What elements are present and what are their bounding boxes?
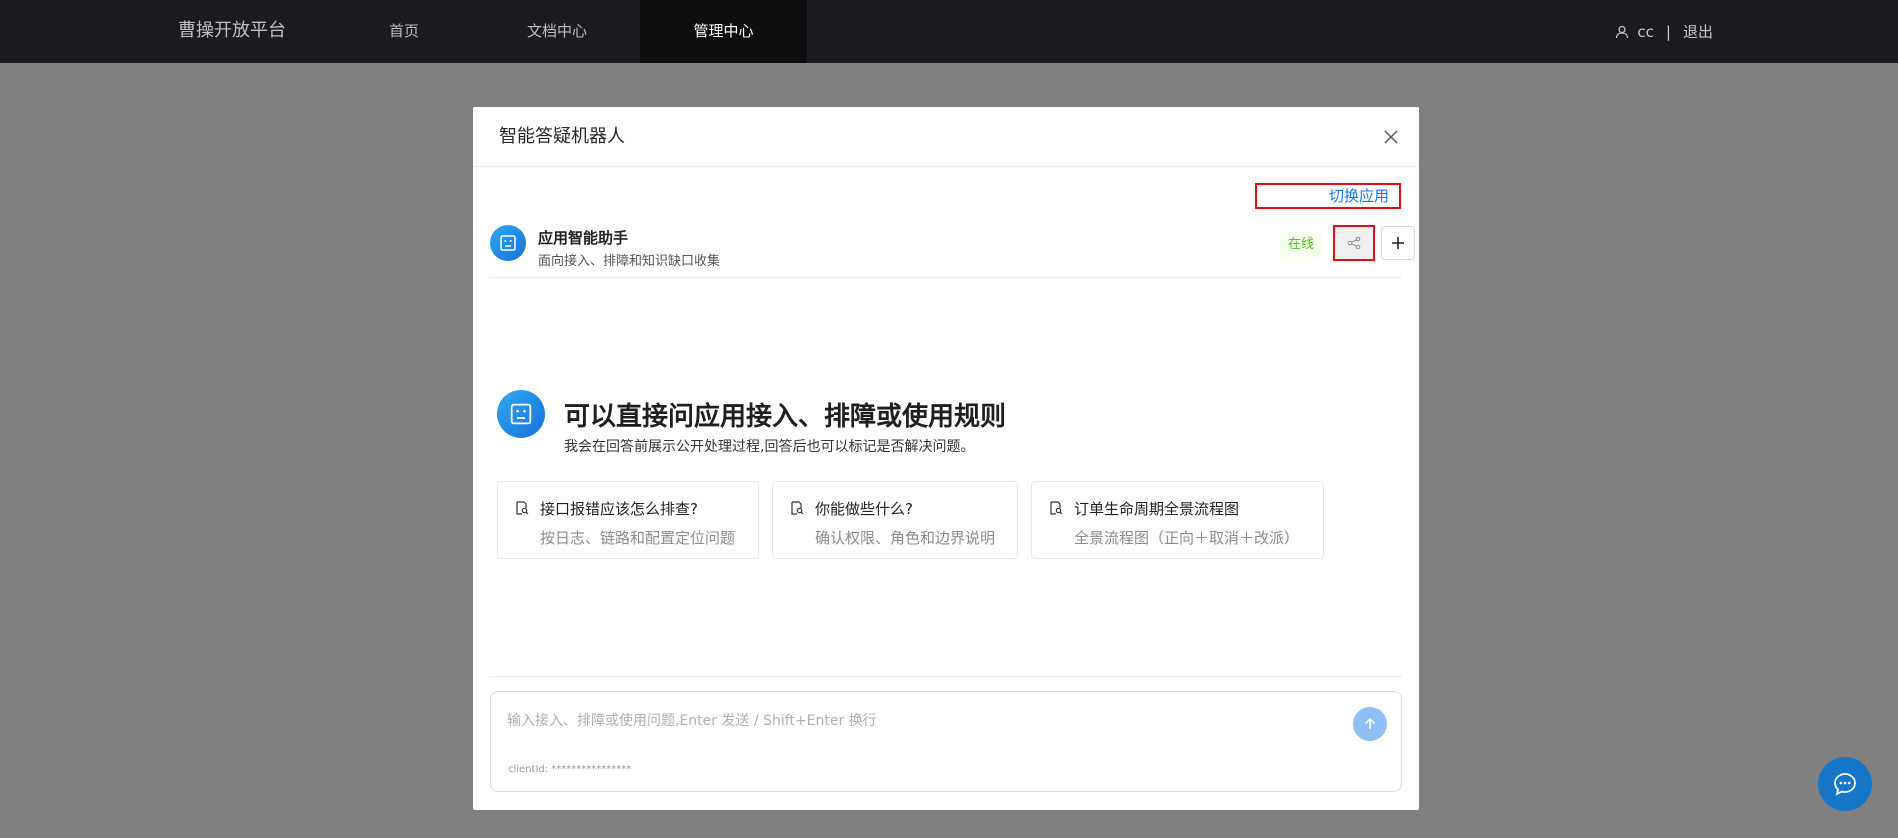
- send-button[interactable]: [1353, 707, 1387, 741]
- prompt-card-api-error[interactable]: 接口报错应该怎么排查? 按日志、链路和配置定位问题: [497, 481, 759, 559]
- chat-float-button[interactable]: [1818, 757, 1872, 811]
- nav-item-docs[interactable]: 文档中心: [510, 0, 604, 63]
- logout-link[interactable]: 退出: [1683, 1, 1713, 63]
- prompt-desc: 按日志、链路和配置定位问题: [540, 529, 736, 547]
- app-description: 面向接入、排障和知识缺口收集: [538, 254, 721, 269]
- document-search-icon: [1049, 500, 1063, 519]
- prompt-title: 订单生命周期全景流程图: [1074, 500, 1240, 518]
- chatbot-modal: 智能答疑机器人 切换应用 应用智能助手 面向接入、排障和知识缺口收集 在线 可以…: [473, 107, 1419, 810]
- share-button[interactable]: [1333, 225, 1375, 261]
- robot-avatar-icon: [490, 225, 526, 261]
- robot-avatar-icon: [497, 390, 545, 438]
- welcome-subtitle: 我会在回答前展示公开处理过程,回答后也可以标记是否解决问题。: [564, 439, 975, 455]
- modal-header: 智能答疑机器人: [473, 107, 1419, 167]
- nav-item-home[interactable]: 首页: [364, 0, 444, 63]
- chat-bubble-icon: [1834, 773, 1856, 796]
- brand-logo-text[interactable]: 曹操开放平台: [178, 0, 286, 63]
- arrow-up-icon: [1364, 717, 1376, 729]
- top-nav-bar: 曹操开放平台 首页 文档中心 管理中心 cc | 退出: [0, 0, 1898, 63]
- document-search-icon: [515, 500, 529, 519]
- client-id-label: clientId: ****************: [508, 764, 632, 775]
- welcome-title: 可以直接问应用接入、排障或使用规则: [564, 402, 1007, 432]
- document-search-icon: [790, 500, 804, 519]
- user-separator: |: [1665, 22, 1671, 41]
- chat-input[interactable]: [505, 708, 1329, 734]
- prompt-card-order-flow[interactable]: 订单生命周期全景流程图 全景流程图（正向＋取消＋改派）: [1031, 481, 1324, 559]
- plus-icon: [1392, 237, 1404, 249]
- app-header-row: 应用智能助手 面向接入、排障和知识缺口收集 在线: [490, 217, 1415, 278]
- prompt-title: 接口报错应该怎么排查?: [540, 500, 698, 518]
- nav-item-admin[interactable]: 管理中心: [640, 0, 807, 63]
- add-chat-button[interactable]: [1381, 226, 1415, 260]
- prompt-desc: 确认权限、角色和边界说明: [815, 529, 996, 547]
- prompt-title: 你能做些什么?: [815, 500, 913, 518]
- user-area: cc | 退出: [1615, 0, 1713, 63]
- username[interactable]: cc: [1637, 1, 1654, 63]
- chat-input-box: clientId: ****************: [490, 691, 1402, 792]
- close-icon[interactable]: [1381, 127, 1401, 147]
- status-badge: 在线: [1280, 232, 1323, 258]
- modal-title: 智能答疑机器人: [499, 126, 625, 147]
- user-icon: [1615, 25, 1629, 39]
- share-icon: [1347, 236, 1361, 250]
- app-name: 应用智能助手: [538, 229, 629, 247]
- prompt-card-capabilities[interactable]: 你能做些什么? 确认权限、角色和边界说明: [772, 481, 1018, 559]
- prompt-desc: 全景流程图（正向＋取消＋改派）: [1074, 529, 1300, 547]
- divider: [490, 676, 1402, 677]
- switch-app-button[interactable]: 切换应用: [1255, 183, 1401, 209]
